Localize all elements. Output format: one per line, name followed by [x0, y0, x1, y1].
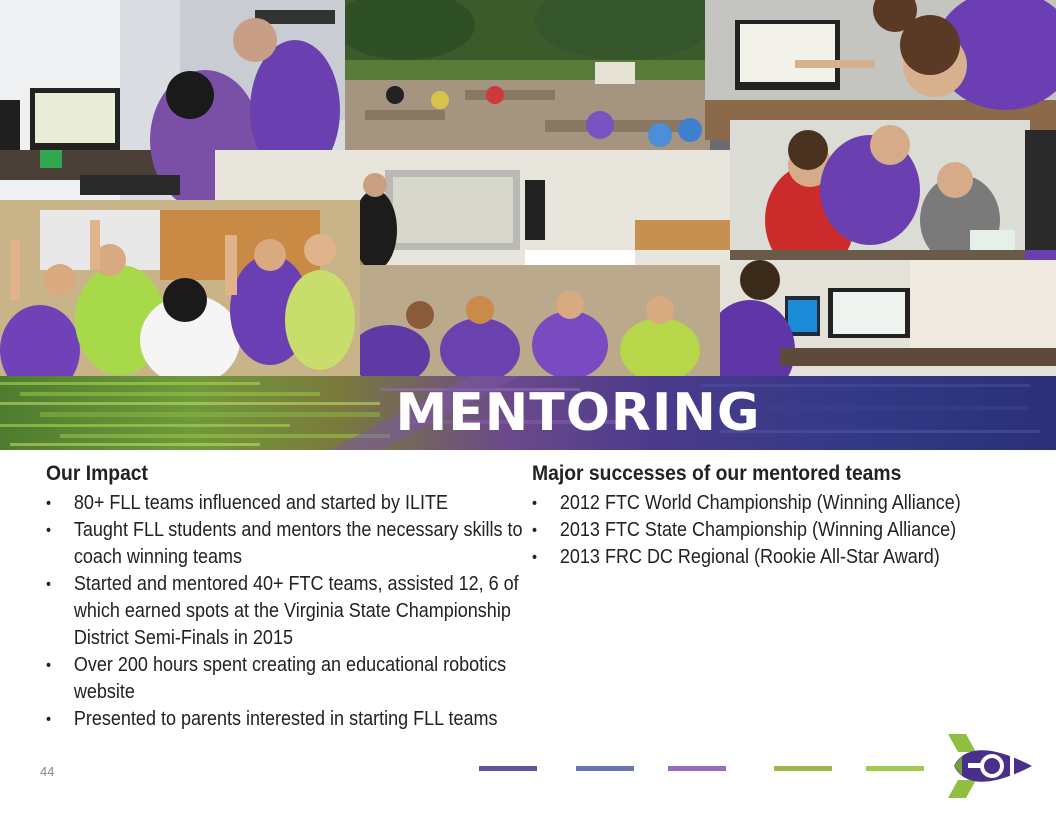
list-item: Over 200 hours spent creating an educati… [46, 652, 533, 706]
page-number: 44 [40, 764, 55, 779]
photo-boy-at-monitors [720, 260, 1056, 376]
list-item: Presented to parents interested in start… [46, 706, 533, 733]
footer-dash [668, 766, 726, 771]
photo-collage [0, 0, 1056, 376]
photo-kids-at-table [730, 120, 1030, 270]
mentoring-banner: MENTORING [0, 376, 1056, 450]
list-item: Started and mentored 40+ FTC teams, assi… [46, 571, 533, 652]
footer-dash [576, 766, 634, 771]
photo-kids-raising-hands [0, 200, 360, 376]
photo-outdoor-picnic [345, 0, 710, 175]
list-item: 2013 FTC State Championship (Winning All… [532, 517, 1037, 544]
banner-title: MENTORING [395, 383, 761, 443]
major-successes-list: 2012 FTC World Championship (Winning All… [532, 490, 1012, 571]
major-successes-heading: Major successes of our mentored teams [532, 462, 902, 485]
list-item: 2013 FRC DC Regional (Rookie All-Star Aw… [532, 544, 1037, 571]
footer-dash [774, 766, 832, 771]
footer-dash [866, 766, 924, 771]
photo-boys-at-monitor [705, 0, 1056, 140]
major-successes-section: Major successes of our mentored teams 20… [532, 460, 1012, 571]
list-item: 2012 FTC World Championship (Winning All… [532, 490, 1037, 517]
our-impact-heading: Our Impact [46, 462, 148, 485]
our-impact-section: Our Impact 80+ FLL teams influenced and … [46, 460, 522, 733]
photo-kids-on-floor [360, 265, 720, 376]
list-item: 80+ FLL teams influenced and started by … [46, 490, 533, 517]
footer-dash [479, 766, 537, 771]
rocket-logo-icon [940, 730, 1035, 802]
our-impact-list: 80+ FLL teams influenced and started by … [46, 490, 522, 733]
list-item: Taught FLL students and mentors the nece… [46, 517, 533, 571]
